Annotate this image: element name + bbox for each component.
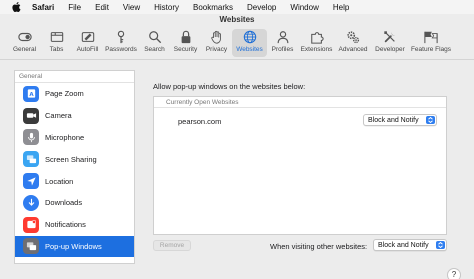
tab-label: General — [12, 46, 37, 53]
key-icon — [114, 30, 128, 44]
tab-autofill[interactable]: AutoFill — [72, 29, 103, 57]
help-button[interactable]: ? — [447, 268, 461, 279]
site-setting-select[interactable]: Block and Notify — [363, 114, 437, 126]
sidebar-item-label: Location — [45, 176, 74, 186]
location-icon — [23, 173, 39, 190]
toolbar-divider — [0, 59, 474, 60]
lock-icon — [179, 30, 193, 44]
table-header: Currently Open Websites — [154, 97, 446, 108]
tab-label: Advanced — [338, 46, 368, 53]
tab-label: Privacy — [205, 46, 228, 53]
sidebar-item-screen-sharing[interactable]: Screen Sharing — [15, 148, 134, 170]
sidebar-item-popup-windows[interactable]: Pop-up Windows — [15, 235, 134, 258]
sidebar-item-label: Camera — [45, 111, 72, 121]
tab-extensions[interactable]: Extensions — [298, 29, 335, 57]
popup-description: Allow pop-up windows on the websites bel… — [153, 82, 306, 91]
tab-general[interactable]: General — [8, 29, 41, 57]
tab-label: Profiles — [271, 46, 294, 53]
tab-security[interactable]: Security — [170, 29, 201, 57]
tab-websites[interactable]: Websites — [232, 29, 267, 57]
page-zoom-icon: A — [23, 85, 39, 102]
tab-label: Search — [144, 46, 165, 53]
screen-sharing-icon — [23, 151, 39, 168]
menu-view[interactable]: View — [123, 3, 140, 12]
switch-icon — [17, 30, 32, 44]
wrench-icon — [383, 30, 397, 44]
sidebar-header: General — [15, 71, 134, 83]
flags-icon — [424, 30, 438, 44]
chevron-updown-icon — [426, 116, 435, 124]
sidebar-item-camera[interactable]: Camera — [15, 105, 134, 127]
other-websites-select[interactable]: Block and Notify — [373, 239, 447, 251]
menu-file[interactable]: File — [68, 3, 81, 12]
sidebar-item-location[interactable]: Location — [15, 170, 134, 192]
tab-label: Security — [173, 46, 198, 53]
tab-label: Developer — [375, 46, 405, 53]
select-value: Block and Notify — [378, 241, 429, 249]
tab-label: Passwords — [105, 46, 137, 53]
tabs-icon — [50, 30, 64, 44]
menu-history[interactable]: History — [154, 3, 179, 12]
sidebar-item-downloads[interactable]: Downloads — [15, 192, 134, 214]
search-icon — [148, 30, 162, 44]
autofill-icon — [81, 30, 95, 44]
menu-edit[interactable]: Edit — [95, 3, 109, 12]
window-title: Websites — [219, 15, 255, 24]
menu-safari[interactable]: Safari — [32, 3, 54, 12]
chevron-updown-icon — [436, 241, 445, 249]
sidebar-item-label: Screen Sharing — [45, 154, 97, 164]
puzzle-icon — [310, 30, 324, 44]
tab-label: Tabs — [49, 46, 64, 53]
person-icon — [276, 30, 290, 44]
tab-profiles[interactable]: Profiles — [267, 29, 298, 57]
tab-tabs[interactable]: Tabs — [41, 29, 72, 57]
menu-develop[interactable]: Develop — [247, 3, 276, 12]
sidebar-item-label: Downloads — [45, 198, 83, 208]
sidebar-item-label: Notifications — [45, 220, 86, 230]
sidebar-item-microphone[interactable]: Microphone — [15, 127, 134, 149]
select-value: Block and Notify — [368, 116, 419, 124]
sidebar: General A Page Zoom Camera Microphone Sc… — [14, 70, 135, 264]
tab-label: Feature Flags — [410, 46, 452, 53]
sidebar-item-label: Page Zoom — [45, 89, 84, 99]
tab-feature-flags[interactable]: Feature Flags — [409, 29, 453, 57]
popup-windows-icon — [23, 238, 39, 255]
menu-help[interactable]: Help — [333, 3, 349, 12]
tab-privacy[interactable]: Privacy — [201, 29, 232, 57]
preferences-toolbar: General Tabs AutoFill Passwords Search S… — [8, 29, 474, 57]
microphone-icon — [23, 129, 39, 146]
other-websites-label: When visiting other websites: — [270, 242, 368, 251]
tab-label: Websites — [236, 46, 263, 53]
websites-table: Currently Open Websites pearson.com Bloc… — [153, 96, 447, 235]
website-name: pearson.com — [178, 117, 222, 126]
notifications-icon — [23, 216, 39, 233]
sidebar-item-notifications[interactable]: Notifications — [15, 214, 134, 236]
tab-search[interactable]: Search — [139, 29, 170, 57]
svg-text:A: A — [29, 92, 34, 98]
sidebar-item-label: Pop-up Windows — [45, 241, 102, 251]
menu-bar: Safari File Edit View History Bookmarks … — [0, 0, 474, 14]
tab-passwords[interactable]: Passwords — [103, 29, 139, 57]
hand-icon — [210, 30, 224, 44]
table-row[interactable]: pearson.com Block and Notify — [154, 108, 446, 132]
globe-icon — [243, 30, 257, 44]
gears-icon — [346, 30, 360, 44]
camera-icon — [23, 107, 39, 124]
menu-window[interactable]: Window — [290, 3, 318, 12]
tab-advanced[interactable]: Advanced — [335, 29, 371, 57]
tab-label: AutoFill — [76, 46, 99, 53]
downloads-icon — [23, 194, 39, 211]
remove-button[interactable]: Remove — [153, 240, 191, 251]
apple-logo-icon[interactable] — [12, 2, 21, 12]
tab-developer[interactable]: Developer — [371, 29, 409, 57]
sidebar-item-label: Microphone — [45, 132, 85, 142]
menu-bookmarks[interactable]: Bookmarks — [193, 3, 233, 12]
tab-label: Extensions — [300, 46, 333, 53]
sidebar-item-page-zoom[interactable]: A Page Zoom — [15, 83, 134, 105]
